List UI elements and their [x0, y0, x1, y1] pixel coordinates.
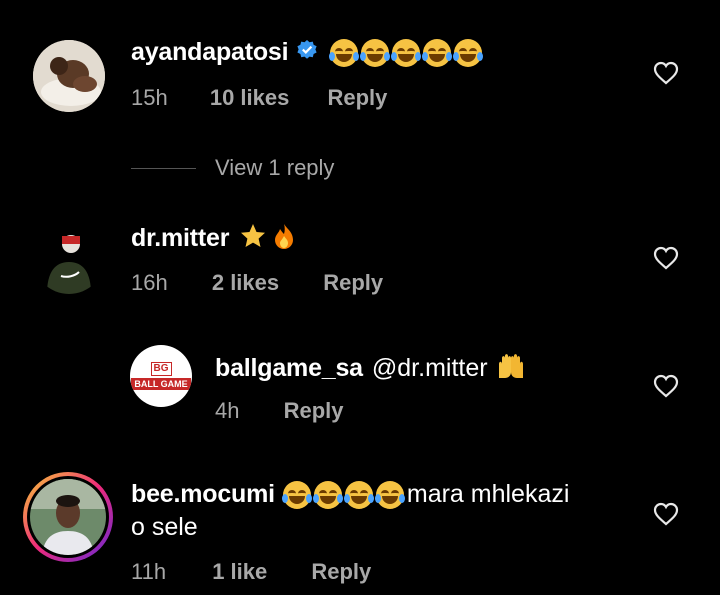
username[interactable]: ayandapatosi — [131, 38, 289, 67]
username[interactable]: dr.mitter — [131, 224, 229, 253]
avatar-logo: BG — [150, 362, 172, 376]
likes-count[interactable]: 1 like — [212, 559, 267, 584]
fire-emoji-icon — [271, 222, 297, 255]
heart-icon[interactable] — [653, 246, 679, 270]
raised-hands-emoji-icon — [496, 352, 526, 385]
comment-text-continued: o sele — [131, 513, 198, 541]
username[interactable]: bee.mocumi — [131, 480, 275, 509]
heart-icon[interactable] — [653, 374, 679, 398]
laughing-emoji-icon — [422, 38, 453, 67]
comment-text: mara mhlekazi — [406, 480, 570, 508]
verified-badge-icon — [296, 39, 318, 66]
laughing-emoji-group — [281, 480, 407, 509]
avatar[interactable]: BG BALL GAME — [130, 345, 192, 407]
mention-link[interactable]: @dr.mitter — [372, 354, 488, 383]
reply-button[interactable]: Reply — [327, 85, 387, 110]
heart-icon[interactable] — [653, 502, 679, 526]
laughing-emoji-icon — [281, 480, 312, 509]
avatar[interactable] — [33, 222, 105, 294]
avatar-brand-text: BALL GAME — [131, 378, 191, 390]
laughing-emoji-icon — [312, 480, 343, 509]
reply-button[interactable]: Reply — [284, 398, 344, 423]
view-replies-label[interactable]: View 1 reply — [215, 155, 334, 181]
laughing-emoji-icon — [360, 38, 391, 67]
laughing-emoji-icon — [453, 38, 484, 67]
likes-count[interactable]: 2 likes — [212, 270, 279, 295]
reply-button[interactable]: Reply — [323, 270, 383, 295]
laughing-emoji-icon — [329, 38, 360, 67]
avatar[interactable] — [33, 40, 105, 112]
username[interactable]: ballgame_sa — [215, 354, 363, 383]
avatar — [27, 476, 109, 558]
laughing-emoji-group — [329, 38, 485, 67]
laughing-emoji-icon — [374, 480, 405, 509]
timestamp: 4h — [215, 398, 240, 423]
timestamp: 15h — [131, 85, 168, 110]
view-replies-button[interactable]: View 1 reply — [131, 155, 334, 181]
star-emoji-icon — [239, 222, 267, 255]
divider — [131, 167, 196, 169]
story-ring-avatar[interactable] — [23, 472, 113, 562]
laughing-emoji-icon — [343, 480, 374, 509]
timestamp: 11h — [131, 559, 167, 584]
timestamp: 16h — [131, 270, 168, 295]
heart-icon[interactable] — [653, 61, 679, 85]
likes-count[interactable]: 10 likes — [210, 85, 290, 110]
reply-button[interactable]: Reply — [311, 559, 371, 584]
laughing-emoji-icon — [391, 38, 422, 67]
